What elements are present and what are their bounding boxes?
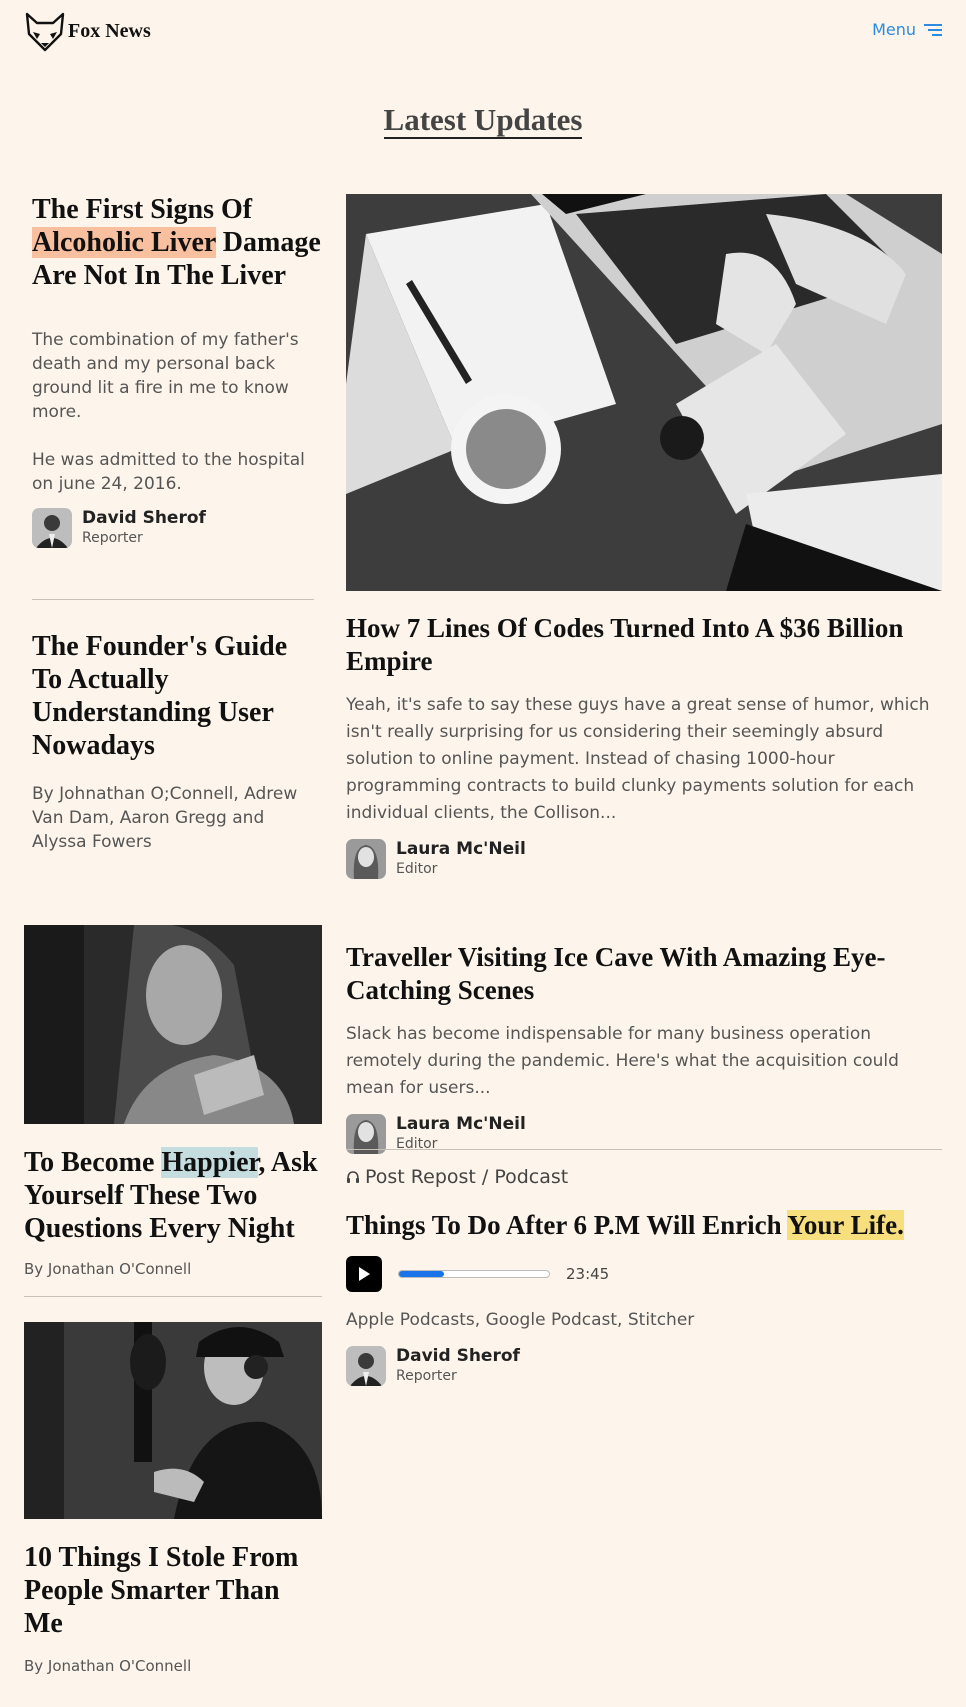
- article-liver[interactable]: The First Signs Of Alcoholic Liver Damag…: [32, 193, 322, 548]
- divider: [346, 1149, 942, 1150]
- podcast-label: Post Repost / Podcast: [346, 1166, 946, 1188]
- duration: 23:45: [566, 1265, 610, 1283]
- fox-head-icon: [25, 12, 65, 52]
- article-stole[interactable]: 10 Things I Stole From People Smarter Th…: [24, 1541, 324, 1676]
- article-founder[interactable]: The Founder's Guide To Actually Understa…: [32, 630, 322, 854]
- author[interactable]: Laura Mc'Neil Editor: [346, 839, 946, 879]
- title-highlight: Alcoholic Liver: [32, 227, 216, 258]
- divider: [24, 1296, 322, 1297]
- play-button[interactable]: [346, 1256, 382, 1292]
- byline: By Jonathan O'Connell: [24, 1657, 192, 1675]
- title-highlight: Your Life.: [787, 1210, 904, 1240]
- woman-image[interactable]: [24, 925, 322, 1124]
- headphones-icon: [347, 1171, 359, 1183]
- author-name: Laura Mc'Neil: [396, 839, 526, 859]
- article-podcast[interactable]: Post Repost / Podcast Things To Do After…: [346, 1166, 946, 1386]
- article-cave[interactable]: Traveller Visiting Ice Cave With Amazing…: [346, 941, 946, 1154]
- article-title[interactable]: The Founder's Guide To Actually Understa…: [32, 630, 322, 762]
- author-name: Laura Mc'Neil: [396, 1114, 526, 1134]
- avatar: [32, 508, 72, 548]
- byline: By Johnathan O;Connell, Adrew Van Dam, A…: [32, 784, 298, 852]
- byline: By Jonathan O'Connell: [24, 1260, 192, 1278]
- article-excerpt: Slack has become indispensable for many …: [346, 1024, 899, 1098]
- article-title[interactable]: To Become Happier, Ask Yourself These Tw…: [24, 1146, 324, 1245]
- author-name: David Sherof: [396, 1346, 520, 1366]
- author-name: David Sherof: [82, 508, 206, 528]
- article-codes[interactable]: How 7 Lines Of Codes Turned Into A $36 B…: [346, 612, 946, 879]
- article-excerpt: Yeah, it's safe to say these guys have a…: [346, 695, 930, 823]
- author-role: Reporter: [396, 1368, 457, 1384]
- progress-fill: [399, 1271, 444, 1277]
- title-highlight: Happier: [161, 1147, 259, 1178]
- laptop-image[interactable]: [346, 194, 942, 591]
- progress-bar[interactable]: [398, 1270, 550, 1278]
- avatar: [346, 1114, 386, 1154]
- author[interactable]: David Sherof Reporter: [32, 508, 322, 548]
- article-paragraph: The combination of my father's death and…: [32, 330, 299, 422]
- author-role: Reporter: [82, 530, 143, 546]
- article-title[interactable]: The First Signs Of Alcoholic Liver Damag…: [32, 193, 322, 292]
- menu-label: Menu: [872, 20, 916, 39]
- section-title: Latest Updates: [383, 102, 583, 139]
- article-happier[interactable]: To Become Happier, Ask Yourself These Tw…: [24, 1146, 324, 1279]
- brand-logo[interactable]: Fox News: [24, 12, 151, 52]
- article-title[interactable]: Traveller Visiting Ice Cave With Amazing…: [346, 941, 946, 1007]
- site-header: Fox News Menu: [24, 12, 942, 52]
- article-title[interactable]: 10 Things I Stole From People Smarter Th…: [24, 1541, 324, 1640]
- play-icon: [359, 1267, 370, 1281]
- menu-button[interactable]: Menu: [872, 20, 942, 39]
- brand-name: Fox News: [68, 19, 151, 42]
- podcast-platforms: Apple Podcasts, Google Podcast, Stitcher: [346, 1310, 695, 1330]
- author-role: Editor: [396, 1136, 438, 1152]
- author-role: Editor: [396, 861, 438, 877]
- hamburger-menu-icon: [924, 23, 942, 36]
- avatar: [346, 839, 386, 879]
- article-title[interactable]: Things To Do After 6 P.M Will Enrich You…: [346, 1209, 946, 1242]
- author[interactable]: David Sherof Reporter: [346, 1346, 946, 1386]
- singer-image[interactable]: [24, 1322, 322, 1519]
- author[interactable]: Laura Mc'Neil Editor: [346, 1114, 946, 1154]
- article-title[interactable]: How 7 Lines Of Codes Turned Into A $36 B…: [346, 612, 946, 678]
- article-paragraph: He was admitted to the hospital on june …: [32, 450, 305, 494]
- divider: [32, 599, 314, 600]
- avatar: [346, 1346, 386, 1386]
- audio-player: 23:45: [346, 1256, 946, 1292]
